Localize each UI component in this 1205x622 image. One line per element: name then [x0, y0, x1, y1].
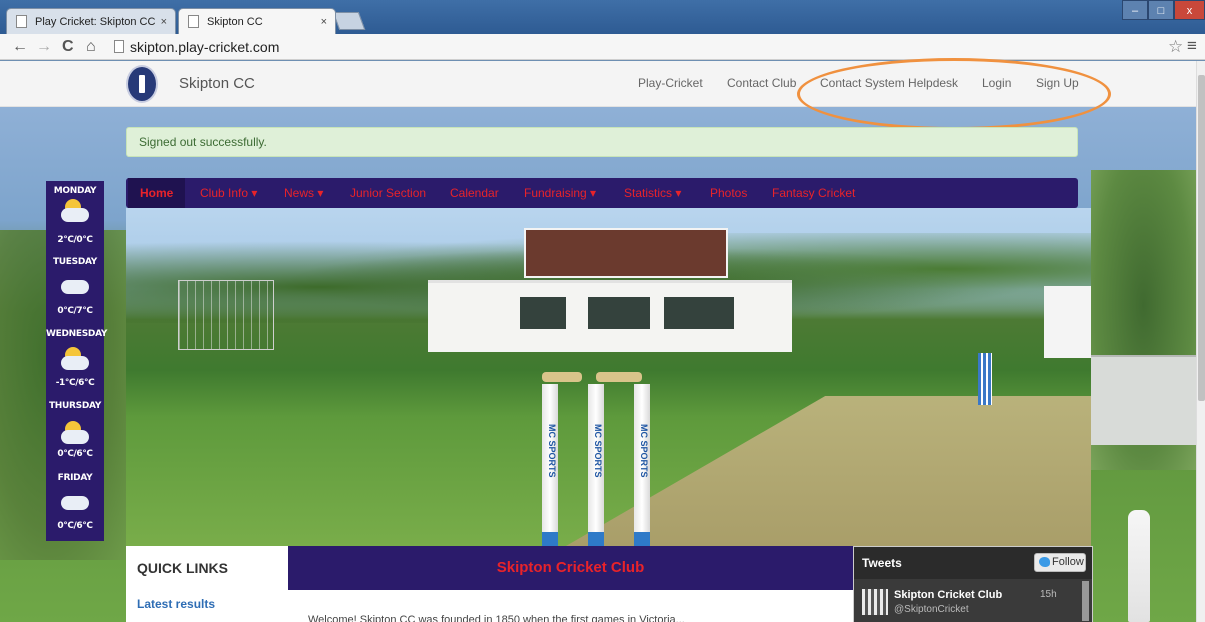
browser-menu-icon[interactable]: ≡	[1187, 36, 1197, 56]
far-stumps	[978, 353, 992, 405]
nav-fantasy-cricket[interactable]: Fantasy Cricket	[760, 178, 867, 208]
tab-play-cricket[interactable]: Play Cricket: Skipton CC ×	[6, 8, 176, 34]
weather-day: MONDAY	[53, 186, 97, 196]
signout-alert: Signed out successfully.	[126, 127, 1078, 157]
bail	[596, 372, 642, 382]
tweet-time: 15h	[1040, 589, 1057, 600]
follow-label: Follow	[1052, 556, 1084, 568]
practice-net	[178, 280, 274, 350]
page-icon	[188, 15, 199, 28]
sightscreen	[1044, 286, 1091, 358]
header-link-play-cricket[interactable]: Play-Cricket	[638, 76, 703, 90]
hero-image: MC SPORTS MC SPORTS MC SPORTS	[126, 208, 1091, 546]
welcome-section: Welcome! Skipton CC was founded in 1850 …	[288, 590, 853, 622]
nav-club-info[interactable]: Club Info ▾	[188, 178, 269, 208]
quick-links-title: QUICK LINKS	[137, 560, 228, 576]
quick-link-latest-results[interactable]: Latest results	[137, 597, 215, 611]
back-icon[interactable]: ←	[12, 37, 28, 57]
home-icon[interactable]: ⌂	[86, 37, 96, 57]
stump: MC SPORTS	[588, 384, 604, 546]
club-logo[interactable]	[126, 65, 158, 103]
tweets-title: Tweets	[862, 556, 902, 570]
rain-cloud-icon	[61, 275, 91, 295]
header-link-contact-club[interactable]: Contact Club	[727, 76, 796, 90]
pavilion-upper	[524, 228, 728, 278]
rain-cloud-icon	[61, 491, 91, 511]
tab-title: Skipton CC	[207, 16, 263, 28]
weather-day: FRIDAY	[57, 473, 93, 483]
close-tab-icon[interactable]: ×	[321, 9, 327, 35]
bookmark-star-icon[interactable]: ☆	[1168, 37, 1183, 57]
browser-tabstrip: Play Cricket: Skipton CC × Skipton CC × …	[0, 0, 1205, 34]
page-icon	[16, 15, 27, 28]
reload-icon[interactable]: C	[62, 37, 74, 57]
sun-cloud-icon	[61, 421, 91, 445]
weather-day: TUESDAY	[52, 257, 98, 267]
pavilion	[428, 280, 792, 352]
nav-junior-section[interactable]: Junior Section	[338, 178, 438, 208]
nav-statistics[interactable]: Statistics ▾	[612, 178, 693, 208]
bail	[542, 372, 582, 382]
main-nav: Home Club Info ▾ News ▾ Junior Section C…	[126, 178, 1078, 208]
minimize-button[interactable]: –	[1122, 0, 1148, 20]
page-icon	[114, 40, 124, 53]
weather-temp: -1°C/6°C	[55, 378, 95, 388]
address-bar[interactable]: skipton.play-cricket.com	[110, 37, 1165, 57]
nav-photos[interactable]: Photos	[698, 178, 759, 208]
quick-links-panel: QUICK LINKS Latest results	[126, 546, 288, 622]
welcome-text: Welcome! Skipton CC was founded in 1850 …	[308, 614, 685, 622]
browser-toolbar: ← → C ⌂ skipton.play-cricket.com ☆ ≡	[0, 34, 1205, 60]
tweets-header: Tweets Follow	[854, 547, 1092, 579]
weather-widget: MONDAY 2°C/0°C TUESDAY 0°C/7°C WEDNESDAY…	[46, 181, 108, 541]
site-name[interactable]: Skipton CC	[179, 75, 255, 92]
tab-title: Play Cricket: Skipton CC	[35, 16, 156, 28]
nav-calendar[interactable]: Calendar	[438, 178, 511, 208]
close-tab-icon[interactable]: ×	[161, 9, 167, 35]
sun-cloud-icon	[61, 347, 91, 371]
stump-logo: MC SPORTS	[547, 424, 557, 478]
stump-logo: MC SPORTS	[593, 424, 603, 478]
new-tab-button[interactable]	[332, 12, 366, 30]
club-title: Skipton Cricket Club	[496, 559, 645, 576]
tweet-author[interactable]: Skipton Cricket Club	[894, 589, 1002, 601]
club-title-banner: Skipton Cricket Club	[288, 546, 853, 590]
tweet-handle[interactable]: @SkiptonCricket	[894, 604, 969, 615]
avatar	[862, 589, 888, 615]
forward-icon[interactable]: →	[36, 37, 52, 57]
maximize-button[interactable]: □	[1148, 0, 1174, 20]
annotation-highlight-ellipse	[797, 58, 1111, 130]
nav-home[interactable]: Home	[128, 178, 186, 208]
page-scrollbar[interactable]	[1196, 61, 1205, 622]
nav-news[interactable]: News ▾	[272, 178, 335, 208]
tweets-scrollbar[interactable]	[1082, 581, 1089, 621]
follow-button[interactable]: Follow	[1034, 553, 1086, 572]
stump: MC SPORTS	[634, 384, 650, 546]
sun-cloud-icon	[61, 199, 91, 223]
tweet-item[interactable]: Skipton Cricket Club @SkiptonCricket 15h	[854, 579, 1092, 622]
window-close-button[interactable]: x	[1174, 0, 1205, 20]
weather-temp: 0°C/7°C	[57, 306, 93, 316]
weather-day: THURSDAY	[48, 401, 102, 411]
nav-fundraising[interactable]: Fundraising ▾	[512, 178, 608, 208]
tweets-widget: Tweets Follow Skipton Cricket Club @Skip…	[853, 546, 1093, 622]
weather-day: WEDNESDAY	[46, 329, 108, 339]
weather-temp: 2°C/0°C	[57, 235, 93, 245]
background-building	[1091, 355, 1196, 445]
stump-logo: MC SPORTS	[639, 424, 649, 478]
scrollbar-thumb[interactable]	[1198, 75, 1205, 401]
twitter-bird-icon	[1039, 557, 1050, 567]
weather-temp: 0°C/6°C	[57, 449, 93, 459]
stump: MC SPORTS	[542, 384, 558, 546]
batsman-figure	[1128, 510, 1150, 622]
address-text: skipton.play-cricket.com	[130, 39, 280, 55]
tab-skipton-cc[interactable]: Skipton CC ×	[178, 8, 336, 34]
weather-temp: 0°C/6°C	[57, 521, 93, 531]
